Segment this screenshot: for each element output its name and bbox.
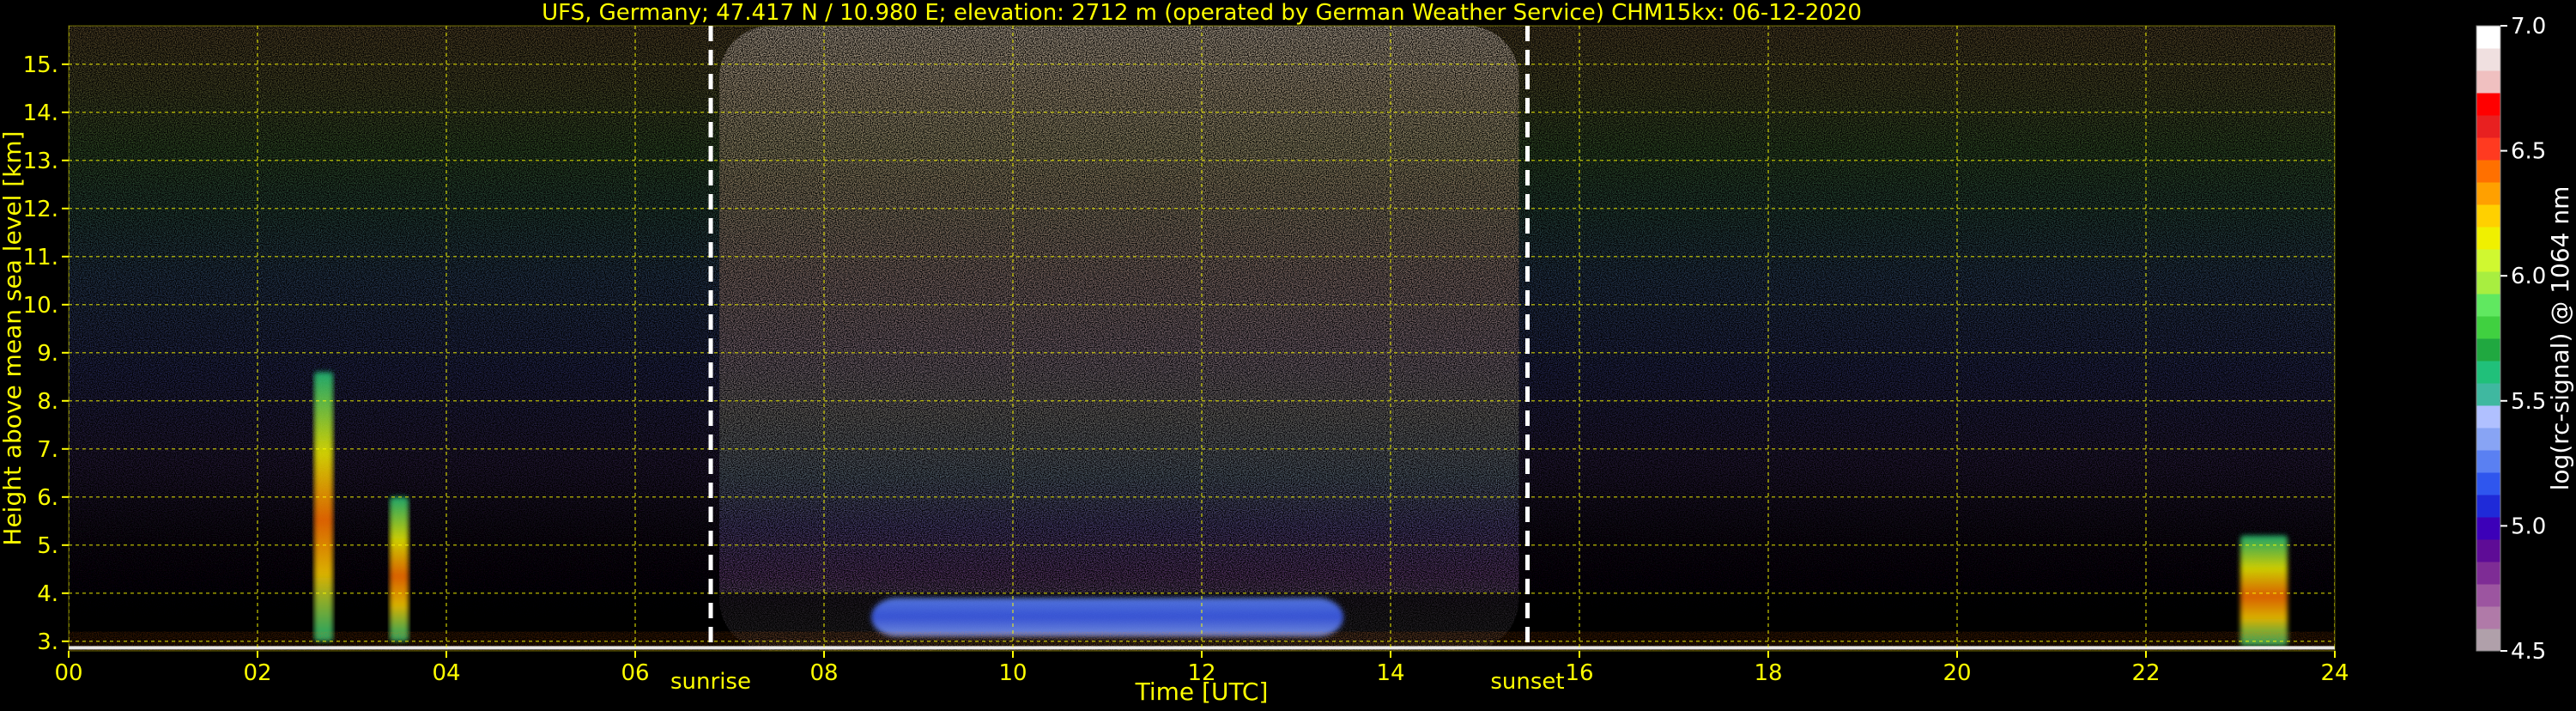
y-axis: 3. 4. 5. 6. 7. 8. 9. 10. 11. 12. 13. 14. 15. (23, 52, 69, 655)
colorbar (2476, 25, 2501, 652)
plot-area (69, 26, 2335, 651)
ceilometer-chart: 00 02 04 06 08 10 12 14 16 18 20 22 24 3. 4. 5. 6. 7. 8. 9… (0, 0, 2576, 708)
x-tick-label: 20 (1943, 660, 1971, 686)
colorbar-swatch (2476, 227, 2500, 250)
sunset-label: sunset (1490, 669, 1564, 695)
y-tick-label: 14. (23, 100, 58, 126)
colorbar-swatch (2476, 405, 2500, 428)
x-tick-label: 08 (809, 660, 838, 686)
colorbar-swatch (2476, 48, 2500, 71)
y-tick-label: 9. (37, 341, 58, 367)
feature-0 (871, 598, 1343, 637)
chart-svg: 00 02 04 06 08 10 12 14 16 18 20 22 24 3.4.5.6.7.8.9… (0, 0, 2574, 706)
colorbar-tick-label: 5.5 (2511, 389, 2546, 415)
x-tick-label: 02 (243, 660, 271, 686)
feature-1 (314, 372, 333, 641)
x-tick-label: 06 (621, 660, 649, 686)
colorbar-swatch (2476, 562, 2500, 585)
colorbar-swatch (2476, 383, 2500, 406)
annotation-labels: sunrise sunset (670, 669, 1565, 695)
colorbar-swatch (2476, 450, 2500, 473)
colorbar-swatch (2476, 361, 2500, 384)
colorbar-swatch (2476, 338, 2500, 362)
feature-2 (390, 496, 409, 641)
x-tick-label: 10 (998, 660, 1027, 686)
y-tick-label: 8. (37, 389, 58, 415)
y-axis-label: Height above mean sea level [km] (0, 131, 27, 545)
y-tick-label: 5. (37, 533, 58, 559)
colorbar-swatch (2476, 93, 2500, 116)
y-tick-label: 15. (23, 52, 58, 78)
colorbar-swatch (2476, 26, 2500, 49)
colorbar-swatch (2476, 182, 2500, 205)
y-tick-label: 12. (23, 197, 58, 222)
colorbar-swatch (2476, 517, 2500, 540)
y-tick-label: 6. (37, 485, 58, 511)
x-tick-label: 18 (1754, 660, 1782, 686)
colorbar-swatch (2476, 160, 2500, 183)
colorbar-tick-label: 4.5 (2511, 639, 2546, 665)
y-tick-label: 13. (23, 149, 58, 174)
y-tick-label: 7. (37, 437, 58, 463)
colorbar-label: log(rc-signal) @ 1064 nm (2546, 186, 2574, 491)
colorbar-swatch (2476, 137, 2500, 161)
y-tick-label: 3. (37, 629, 58, 655)
colorbar-swatch (2476, 606, 2500, 629)
x-tick-label: 04 (432, 660, 460, 686)
colorbar-swatch (2476, 294, 2500, 317)
colorbar-swatch (2476, 472, 2500, 495)
colorbar-tick-label: 7.0 (2511, 14, 2546, 40)
colorbar-swatch (2476, 316, 2500, 339)
colorbar-swatch (2476, 495, 2500, 518)
colorbar-swatch (2476, 629, 2500, 652)
colorbar-ticks: 4.5 5.0 5.5 6.0 6.5 7.0 (2500, 14, 2546, 665)
colorbar-swatch (2476, 539, 2500, 562)
y-tick-label: 4. (37, 581, 58, 607)
colorbar-tick-label: 5.0 (2511, 514, 2546, 539)
y-tick-label: 10. (23, 293, 58, 319)
colorbar-tick-label: 6.0 (2511, 264, 2546, 289)
daytime-signal (719, 26, 1519, 651)
x-tick-label: 22 (2131, 660, 2160, 686)
colorbar-swatch (2476, 115, 2500, 138)
colorbar-swatch (2476, 249, 2500, 272)
x-tick-label: 16 (1565, 660, 1593, 686)
x-tick-label: 14 (1376, 660, 1404, 686)
chart-title: UFS, Germany; 47.417 N / 10.980 E; eleva… (542, 0, 1862, 26)
colorbar-swatch (2476, 428, 2500, 451)
colorbar-swatch (2476, 584, 2500, 607)
feature-3 (2240, 535, 2288, 647)
colorbar-tick-label: 6.5 (2511, 139, 2546, 165)
sunrise-label: sunrise (670, 669, 751, 695)
x-axis-label: Time [UTC] (1135, 678, 1269, 706)
x-tick-label: 24 (2320, 660, 2349, 686)
colorbar-swatch (2476, 271, 2500, 295)
y-tick-label: 11. (23, 245, 58, 270)
x-tick-label: 00 (54, 660, 82, 686)
colorbar-swatch (2476, 204, 2500, 228)
colorbar-swatch (2476, 70, 2500, 94)
